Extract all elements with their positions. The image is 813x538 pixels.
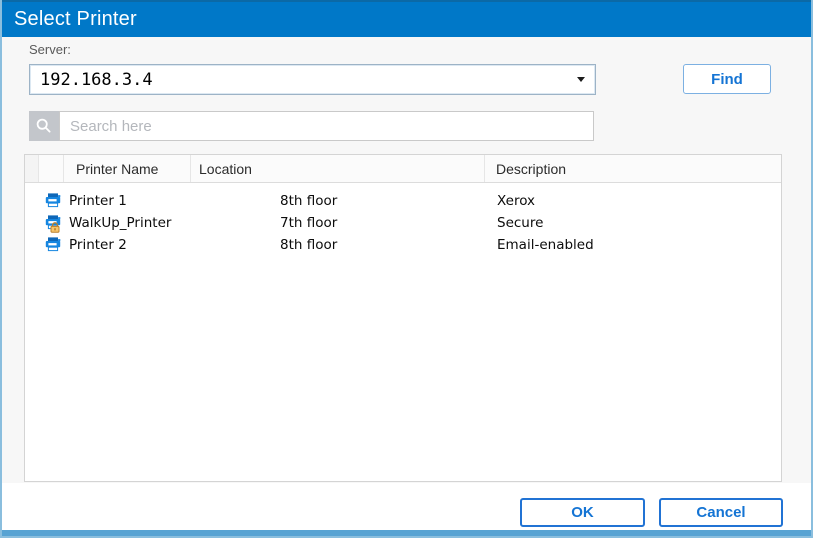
search-input[interactable] [59,111,594,141]
footer-band: OK Cancel [2,483,811,531]
printer-row[interactable]: Printer 1 8th floor Xerox [25,190,781,212]
printer-location: 8th floor [280,193,337,209]
table-body: Printer 1 8th floor Xerox [25,183,781,256]
server-combobox[interactable]: 192.168.3.4 [29,64,596,95]
printer-name: WalkUp_Printer [69,215,171,231]
printer-icon [45,192,61,208]
table-header: Printer Name Location Description [25,155,781,183]
printer-location: 7th floor [280,215,337,231]
lock-icon [50,222,60,233]
printer-description: Email-enabled [497,237,594,253]
dialog-title: Select Printer [14,8,137,31]
cancel-button[interactable]: Cancel [659,498,783,527]
search-icon-box[interactable] [29,111,59,141]
printer-row[interactable]: Printer 2 8th floor Email-enabled [25,234,781,256]
chevron-down-icon[interactable] [577,77,585,82]
printer-icon [45,214,61,230]
printer-description: Xerox [497,193,535,209]
titlebar: Select Printer [2,0,811,37]
column-header-description[interactable]: Description [485,155,781,182]
printer-location: 8th floor [280,237,337,253]
column-header-location[interactable]: Location [191,155,485,182]
printer-row[interactable]: WalkUp_Printer 7th floor Secure [25,212,781,234]
column-header-select[interactable] [25,155,39,182]
ok-button[interactable]: OK [520,498,645,527]
column-header-icon[interactable] [39,155,64,182]
printer-description: Secure [497,215,543,231]
find-button[interactable]: Find [683,64,771,94]
server-label: Server: [29,42,71,57]
select-printer-dialog: Select Printer Server: 192.168.3.4 Find … [0,0,813,538]
search-icon [35,117,53,135]
printer-icon [45,236,61,252]
printer-name: Printer 1 [69,193,127,209]
search-bar [29,111,594,141]
printer-table: Printer Name Location Description [24,154,782,482]
printer-name: Printer 2 [69,237,127,253]
bottom-accent-strip [2,530,811,536]
column-header-printer-name[interactable]: Printer Name [64,155,191,182]
server-address-value: 192.168.3.4 [40,70,577,90]
